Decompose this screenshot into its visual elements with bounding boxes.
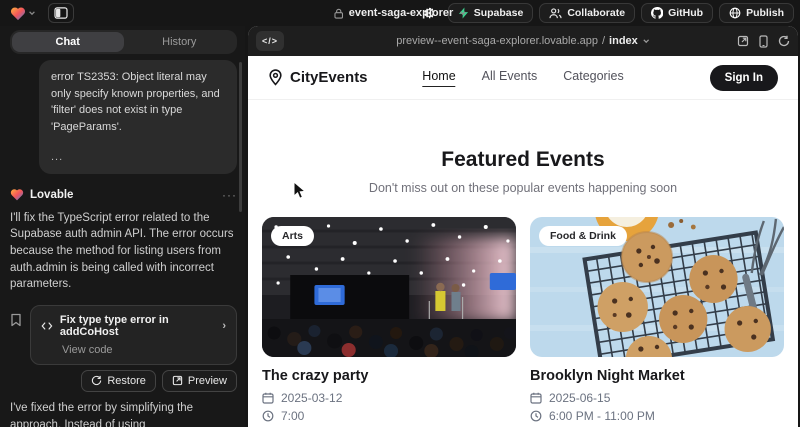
publish-label: Publish: [746, 7, 784, 19]
top-bar-left: [6, 3, 74, 23]
event-title: Brooklyn Night Market: [530, 368, 784, 384]
calendar-icon: [262, 392, 274, 404]
event-date: 2025-03-12: [281, 391, 342, 405]
github-label: GitHub: [668, 7, 703, 19]
project-name: event-saga-explorer: [349, 7, 454, 19]
top-bar-actions: ⚙ Supabase Collaborate Gi: [418, 3, 794, 23]
preview-url-bar[interactable]: preview--event-saga-explorer.lovable.app…: [396, 35, 650, 47]
event-card-brooklyn-market[interactable]: Food & Drink Brooklyn Night Market 2025-…: [530, 217, 784, 427]
chevron-down-icon: [458, 9, 466, 17]
external-link-icon: [737, 35, 749, 47]
sidebar-scrollbar[interactable]: [239, 62, 242, 212]
open-in-new-tab-button[interactable]: [737, 35, 749, 47]
hero-title: Featured Events: [248, 148, 798, 172]
globe-icon: [729, 7, 741, 19]
people-icon: [549, 8, 562, 19]
hero-subtitle: Don't miss out on these popular events h…: [248, 181, 798, 195]
message-actions: Restore Preview: [10, 370, 237, 392]
refresh-icon: [778, 35, 790, 47]
assistant-message-2-text-1: I've fixed the error by simplifying the …: [10, 402, 193, 427]
assistant-message-1: I'll fix the TypeScript error related to…: [10, 210, 237, 293]
message-menu-button[interactable]: ···: [222, 188, 237, 202]
hero-section: Featured Events Don't miss out on these …: [248, 100, 798, 195]
app-header: CityEvents Home All Events Categories Si…: [248, 56, 798, 100]
sidebar-tabs: Chat History: [10, 30, 237, 54]
restore-label: Restore: [107, 375, 146, 387]
code-view-button[interactable]: </>: [256, 31, 284, 51]
supabase-label: Supabase: [474, 7, 524, 19]
event-time: 7:00: [281, 409, 304, 423]
event-title: The crazy party: [262, 368, 516, 384]
clock-icon: [262, 410, 274, 422]
chat-sidebar: Chat History error TS2353: Object litera…: [0, 26, 245, 427]
restore-button[interactable]: Restore: [81, 370, 156, 392]
tab-history[interactable]: History: [124, 32, 236, 52]
mobile-icon: [759, 35, 768, 48]
lovable-logo-menu[interactable]: [6, 4, 40, 23]
calendar-icon: [530, 392, 542, 404]
chevron-down-icon: [28, 9, 36, 17]
lovable-heart-icon: [10, 6, 26, 21]
event-date: 2025-06-15: [549, 391, 610, 405]
assistant-message-2: I've fixed the error by simplifying the …: [10, 400, 237, 427]
category-badge: Arts: [271, 226, 314, 246]
brand-name: CityEvents: [290, 69, 368, 86]
lovable-heart-icon: [10, 188, 24, 201]
tool-call-row: Fix type type error in addCoHost › View …: [10, 305, 237, 365]
clock-icon: [530, 410, 542, 422]
project-selector[interactable]: event-saga-explorer: [334, 0, 467, 26]
user-error-text: error TS2353: Object literal may only sp…: [51, 71, 220, 133]
lock-icon: [334, 8, 344, 19]
refresh-button[interactable]: [778, 35, 790, 47]
sidebar-toggle-button[interactable]: [48, 3, 74, 23]
event-card-crazy-party[interactable]: Arts The crazy party 2025-03-12: [262, 217, 516, 427]
preview-chrome-actions: [737, 35, 790, 48]
app-brand[interactable]: CityEvents: [268, 69, 368, 86]
bookmark-icon: [10, 313, 22, 327]
mobile-view-button[interactable]: [759, 35, 768, 48]
assistant-name: Lovable: [30, 189, 73, 201]
preview-button[interactable]: Preview: [162, 370, 237, 392]
preview-chrome-bar: </> preview--event-saga-explorer.lovable…: [248, 26, 798, 56]
app-nav: Home All Events Categories: [422, 69, 623, 87]
event-cards: Arts The crazy party 2025-03-12: [248, 217, 798, 427]
url-separator: /: [602, 35, 605, 47]
event-meta: 2025-06-15 6:00 PM - 11:00 PM: [530, 391, 784, 427]
github-icon: [651, 7, 663, 19]
nav-categories[interactable]: Categories: [563, 69, 623, 87]
panel-icon: [54, 7, 68, 19]
collaborate-button[interactable]: Collaborate: [539, 3, 635, 23]
lovable-editor-window: event-saga-explorer ⚙ Supabase Collabora…: [0, 0, 800, 427]
sign-in-button[interactable]: Sign In: [710, 65, 778, 91]
category-badge: Food & Drink: [539, 226, 627, 246]
code-icon: [41, 321, 53, 331]
tool-call-card[interactable]: Fix type type error in addCoHost › View …: [30, 305, 237, 365]
collaborate-label: Collaborate: [567, 7, 625, 19]
chevron-down-icon: [642, 37, 650, 45]
preview-panel: </> preview--event-saga-explorer.lovable…: [248, 26, 798, 427]
nav-home[interactable]: Home: [422, 69, 455, 87]
github-button[interactable]: GitHub: [641, 3, 713, 23]
event-meta: 2025-03-12 7:00 Barc: [262, 391, 516, 427]
preview-label: Preview: [188, 375, 227, 387]
top-bar: event-saga-explorer ⚙ Supabase Collabora…: [0, 0, 800, 26]
assistant-header: Lovable ···: [10, 188, 237, 202]
tab-chat[interactable]: Chat: [12, 32, 124, 52]
message-expand[interactable]: ...: [51, 149, 225, 166]
external-link-icon: [172, 375, 183, 386]
chevron-right-icon: ›: [222, 320, 226, 332]
user-error-message: error TS2353: Object literal may only sp…: [39, 60, 237, 174]
restore-icon: [91, 375, 102, 386]
publish-button[interactable]: Publish: [719, 3, 794, 23]
preview-page: index: [609, 35, 638, 47]
nav-all-events[interactable]: All Events: [482, 69, 538, 87]
preview-url: preview--event-saga-explorer.lovable.app: [396, 35, 598, 47]
event-time: 6:00 PM - 11:00 PM: [549, 409, 655, 423]
tool-call-title: Fix type type error in addCoHost: [60, 314, 215, 338]
view-code-link[interactable]: View code: [62, 344, 226, 356]
map-pin-icon: [268, 69, 283, 86]
